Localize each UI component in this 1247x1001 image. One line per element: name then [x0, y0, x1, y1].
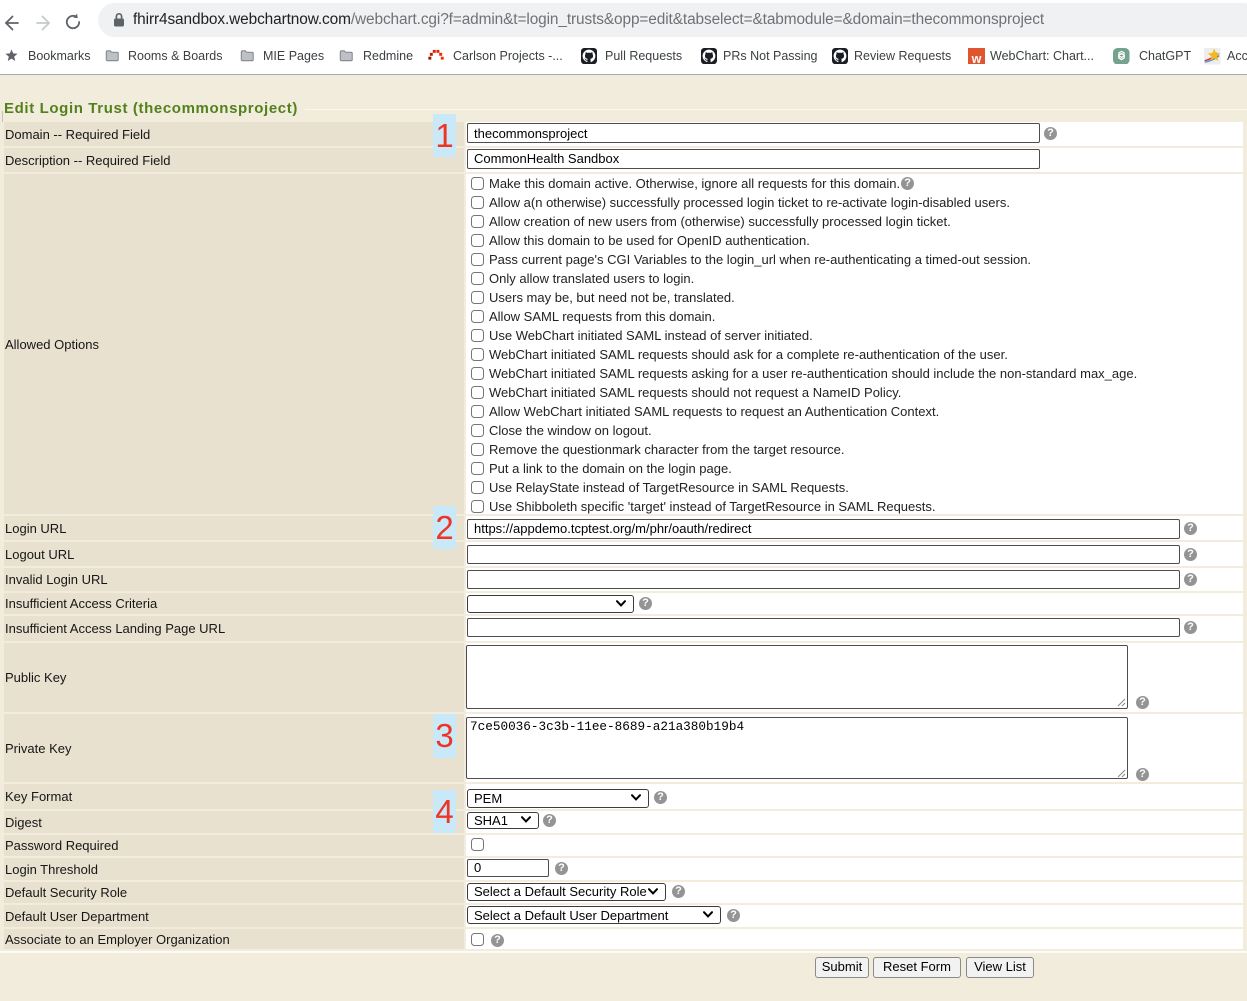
svg-text:w: w	[970, 52, 981, 64]
